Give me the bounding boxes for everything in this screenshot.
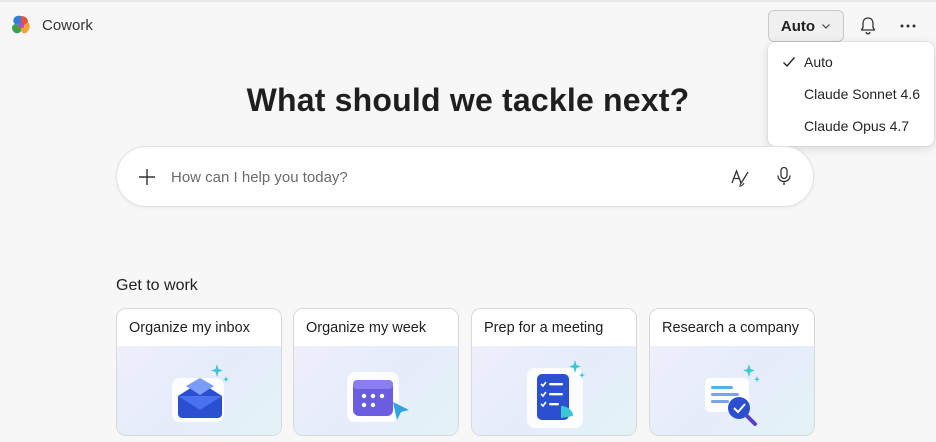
card-organize-inbox[interactable]: Organize my inbox [116, 308, 282, 436]
card-prep-meeting[interactable]: Prep for a meeting [471, 308, 637, 436]
magnifier-icon [705, 364, 760, 426]
chevron-down-icon [822, 24, 831, 29]
card-title: Organize my inbox [117, 309, 281, 346]
checklist-icon [527, 360, 585, 428]
model-selector-label: Auto [780, 17, 816, 35]
writing-style-icon[interactable] [729, 166, 751, 188]
page-title: What should we tackle next? [246, 82, 690, 118]
app-brand: Cowork [10, 14, 93, 36]
card-title: Research a company [650, 309, 814, 346]
card-title: Prep for a meeting [472, 309, 636, 346]
microphone-icon[interactable] [773, 165, 795, 187]
add-attachment-icon[interactable] [137, 167, 157, 187]
card-illustration [472, 346, 636, 435]
model-option-auto[interactable]: Auto [768, 46, 934, 78]
card-illustration [117, 346, 281, 435]
bell-icon[interactable] [856, 14, 880, 38]
section-heading: Get to work [116, 277, 198, 294]
card-illustration [294, 346, 458, 435]
model-option-label: Claude Opus 4.7 [804, 118, 910, 134]
model-selector-button[interactable]: Auto [768, 10, 844, 42]
prompt-input[interactable] [171, 163, 691, 191]
prompt-box [116, 146, 814, 207]
checkmark-icon [783, 57, 796, 68]
calendar-icon [347, 372, 409, 422]
app-name: Cowork [42, 16, 93, 34]
window-top-border [0, 0, 936, 2]
more-options-icon[interactable] [896, 14, 920, 38]
card-title: Organize my week [294, 309, 458, 346]
card-illustration [650, 346, 814, 435]
copilot-logo-icon [11, 15, 30, 34]
card-research-company[interactable]: Research a company [649, 308, 815, 436]
envelope-icon [172, 364, 229, 422]
model-option-label: Auto [804, 54, 833, 70]
card-organize-week[interactable]: Organize my week [293, 308, 459, 436]
